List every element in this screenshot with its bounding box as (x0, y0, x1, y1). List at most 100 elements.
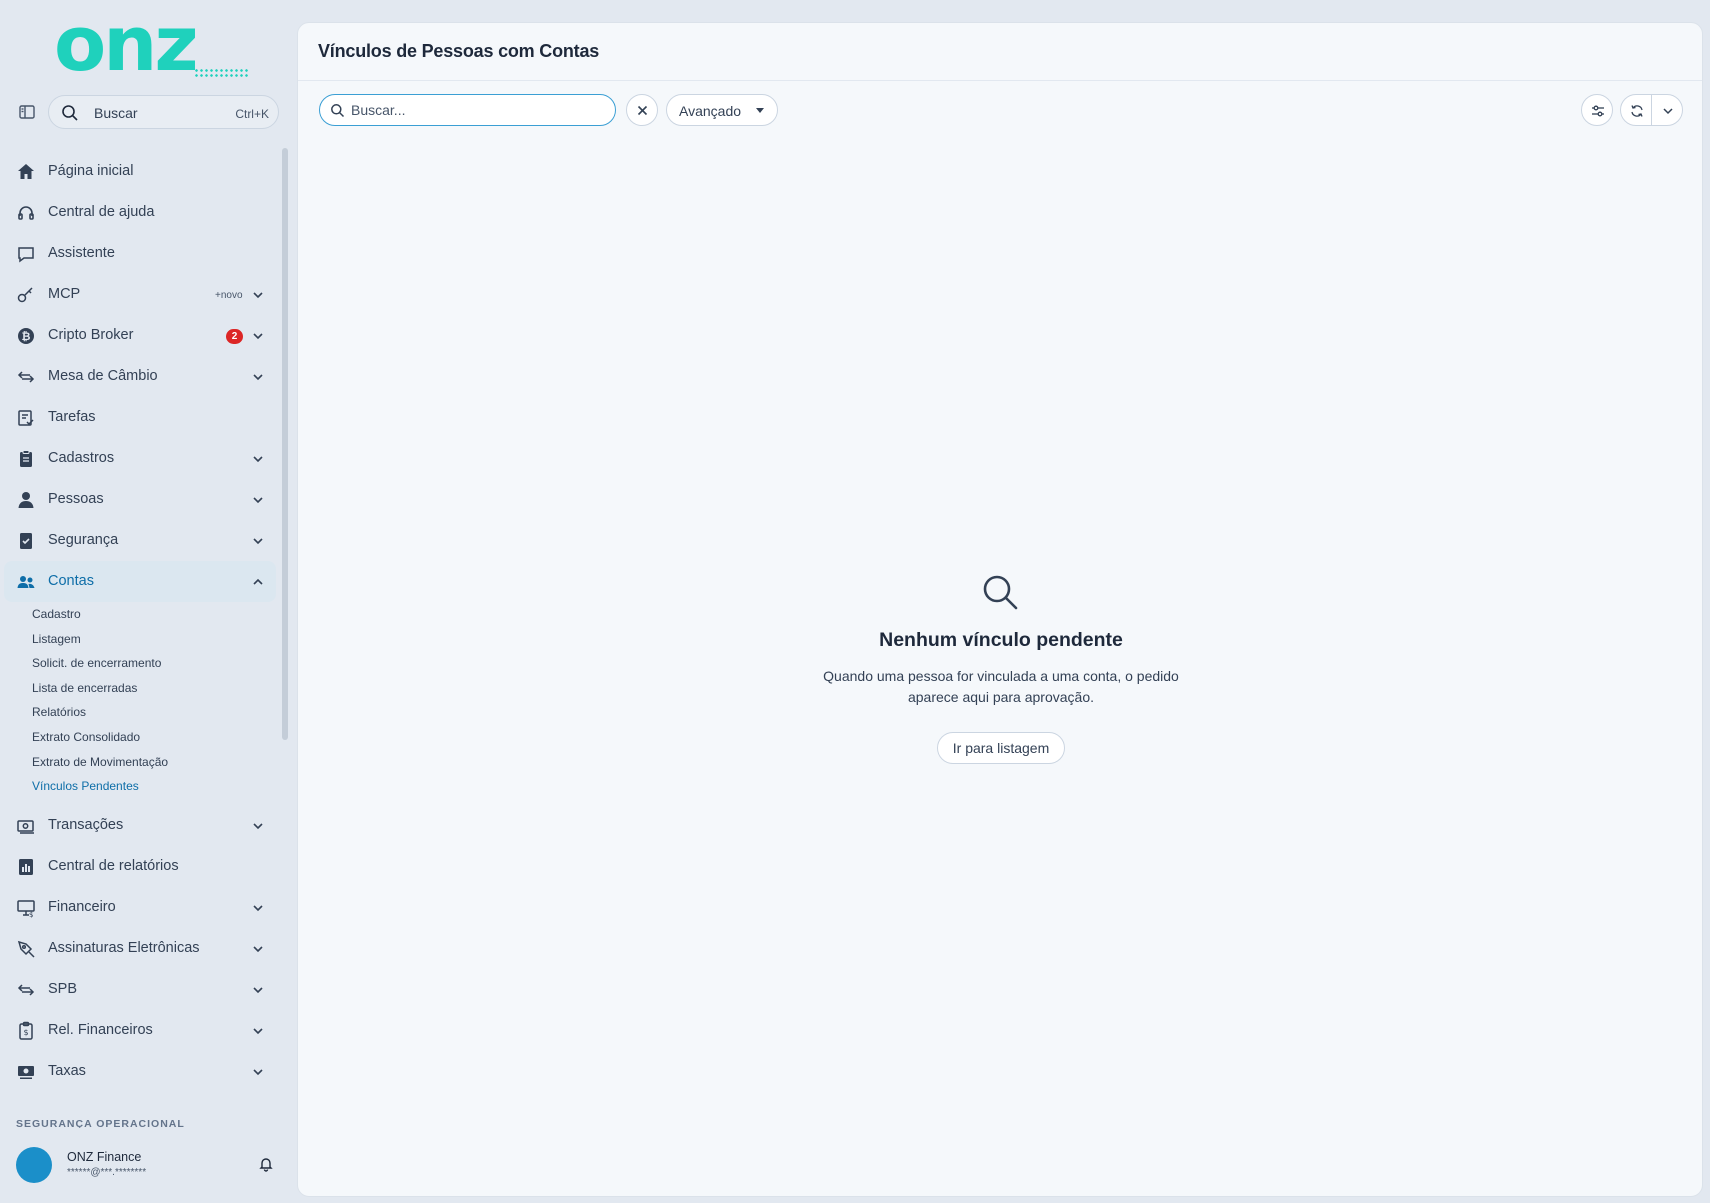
submenu-item-cadastro[interactable]: Cadastro (0, 602, 276, 627)
chevron-down-icon (253, 1069, 263, 1075)
transfer-icon (17, 984, 35, 996)
logo-dots (194, 68, 248, 78)
chevron-down-icon (253, 905, 263, 911)
exchange-icon (17, 371, 35, 383)
sidebar-item-central-de-relatorios[interactable]: Central de relatórios (4, 846, 276, 887)
sidebar-item-label: Transações (48, 816, 124, 833)
sidebar-item-label: Assinaturas Eletrônicas (48, 939, 200, 956)
svg-text:₿: ₿ (22, 330, 31, 343)
sidebar-item-label: SPB (48, 980, 78, 997)
avatar[interactable] (16, 1147, 52, 1183)
sidebar-item-label: Financeiro (48, 898, 116, 915)
bell-icon[interactable] (258, 1156, 274, 1172)
headset-icon (18, 206, 34, 220)
sidebar-item-mcp[interactable]: MCP +novo (4, 274, 276, 315)
clipboard-icon (20, 450, 32, 467)
logo-text: onz (54, 0, 199, 88)
chevron-down-icon (253, 456, 263, 463)
sidebar-item-contas[interactable]: Contas (4, 561, 276, 602)
chevron-down-icon (253, 946, 263, 952)
search-shortcut: Ctrl+K (235, 107, 269, 121)
chevron-down-icon (253, 538, 263, 545)
home-icon (18, 164, 34, 179)
sidebar-item-mesa-de-cambio[interactable]: Mesa de Câmbio (4, 356, 276, 397)
chat-icon (18, 247, 34, 263)
onz-logo[interactable]: onz (54, 6, 248, 82)
sidebar-item-central-de-ajuda[interactable]: Central de ajuda (4, 192, 276, 233)
sidebar-item-label: Assistente (48, 245, 115, 261)
sidebar-item-label: Cadastros (48, 450, 115, 466)
sidebar-item-label: Cripto Broker (48, 327, 134, 343)
sidebar-item-pagina-inicial[interactable]: Página inicial (4, 151, 276, 192)
sidebar-item-financeiro[interactable]: $ Financeiro (4, 887, 276, 928)
sidebar-item-seguranca[interactable]: Segurança (4, 520, 276, 561)
user-email: ******@***.******** (67, 1167, 147, 1178)
chevron-down-icon (253, 374, 263, 381)
submenu-label: Extrato Consolidado (32, 729, 141, 744)
chevron-down-icon (253, 987, 263, 993)
sidebar-item-cripto-broker[interactable]: ₿ Cripto Broker 2 (4, 315, 276, 356)
submenu-item-vinculos-pendentes[interactable]: Vínculos Pendentes (0, 774, 276, 799)
sidebar-scrollbar[interactable] (282, 148, 288, 740)
sidebar-item-taxas[interactable]: Taxas (4, 1051, 276, 1092)
submenu-label: Solicit. de encerramento (32, 656, 162, 671)
submenu-item-extrato-movimentacao[interactable]: Extrato de Movimentação (0, 750, 276, 775)
chevron-up-icon (253, 578, 263, 585)
accounts-icon (17, 576, 35, 588)
go-to-listing-button[interactable]: Ir para listagem (937, 732, 1065, 764)
submenu-label: Listagem (32, 631, 81, 646)
sidebar-nav: Página inicial Central de ajuda Assisten… (0, 151, 276, 1092)
sidebar-item-label: Contas (48, 573, 94, 589)
sidebar-item-pessoas[interactable]: Pessoas (4, 479, 276, 520)
chevron-down-icon (253, 1028, 263, 1034)
submenu-spacer (0, 799, 276, 805)
sidebar-item-assistente[interactable]: Assistente (4, 233, 276, 274)
submenu-item-extrato-consolidado[interactable]: Extrato Consolidado (0, 725, 276, 750)
new-tag: +novo (215, 290, 243, 301)
sidebar-item-label: Mesa de Câmbio (48, 368, 158, 384)
submenu-label: Relatórios (32, 705, 87, 720)
submenu-label: Vínculos Pendentes (32, 779, 139, 794)
sidebar-item-label: Página inicial (48, 163, 134, 179)
submenu-label: Cadastro (32, 607, 81, 621)
sidebar-search-label: Buscar (94, 105, 138, 121)
signature-icon (17, 940, 35, 958)
main-panel: Vínculos de Pessoas com Contas Avançado … (297, 22, 1703, 1197)
submenu-item-solicit-encerramento[interactable]: Solicit. de encerramento (0, 651, 276, 676)
sidebar-item-label: Segurança (48, 532, 119, 548)
empty-state: Nenhum vínculo pendente Quando uma pesso… (298, 23, 1702, 1196)
sidebar-toggle-icon[interactable] (18, 103, 36, 121)
chevron-down-icon (253, 333, 263, 340)
search-icon (62, 105, 78, 121)
sidebar-item-label: Tarefas (48, 409, 96, 425)
submenu-item-listagem[interactable]: Listagem (0, 627, 276, 652)
notification-badge: 2 (226, 329, 243, 344)
submenu-label: Lista de encerradas (32, 680, 138, 695)
empty-state-description: Quando uma pessoa for vinculada a uma co… (823, 668, 1179, 705)
sidebar-item-spb[interactable]: SPB (4, 969, 276, 1010)
empty-state-title: Nenhum vínculo pendente (879, 629, 1123, 651)
sidebar-search[interactable]: Buscar Ctrl+K (48, 95, 279, 129)
sidebar-item-label: Central de ajuda (48, 204, 155, 220)
key-icon (17, 287, 33, 303)
sidebar-item-rel-financeiros[interactable]: $ Rel. Financeiros (4, 1010, 276, 1051)
clipboard-money-icon: $ (19, 1021, 33, 1040)
sidebar-item-assinaturas-eletronicas[interactable]: Assinaturas Eletrônicas (4, 928, 276, 969)
submenu-item-lista-encerradas[interactable]: Lista de encerradas (0, 676, 276, 701)
submenu-item-relatorios[interactable]: Relatórios (0, 700, 276, 725)
svg-text:$: $ (29, 911, 33, 918)
sidebar-item-transacoes[interactable]: Transações (4, 805, 276, 846)
chevron-down-icon (253, 823, 263, 829)
sidebar-item-label: Taxas (48, 1062, 86, 1079)
sidebar-item-label: Rel. Financeiros (48, 1021, 153, 1038)
sidebar-item-tarefas[interactable]: Tarefas (4, 397, 276, 438)
tasks-icon (18, 410, 34, 426)
submenu-label: Extrato de Movimentação (32, 754, 169, 769)
section-label: SEGURANÇA OPERACIONAL (16, 1118, 185, 1128)
user-name: ONZ Finance (67, 1150, 142, 1164)
sidebar-item-cadastros[interactable]: Cadastros (4, 438, 276, 479)
sidebar-item-label: Pessoas (48, 491, 104, 507)
finance-icon: $ (17, 900, 35, 918)
report-icon (19, 858, 33, 875)
svg-text:$: $ (23, 1028, 28, 1037)
